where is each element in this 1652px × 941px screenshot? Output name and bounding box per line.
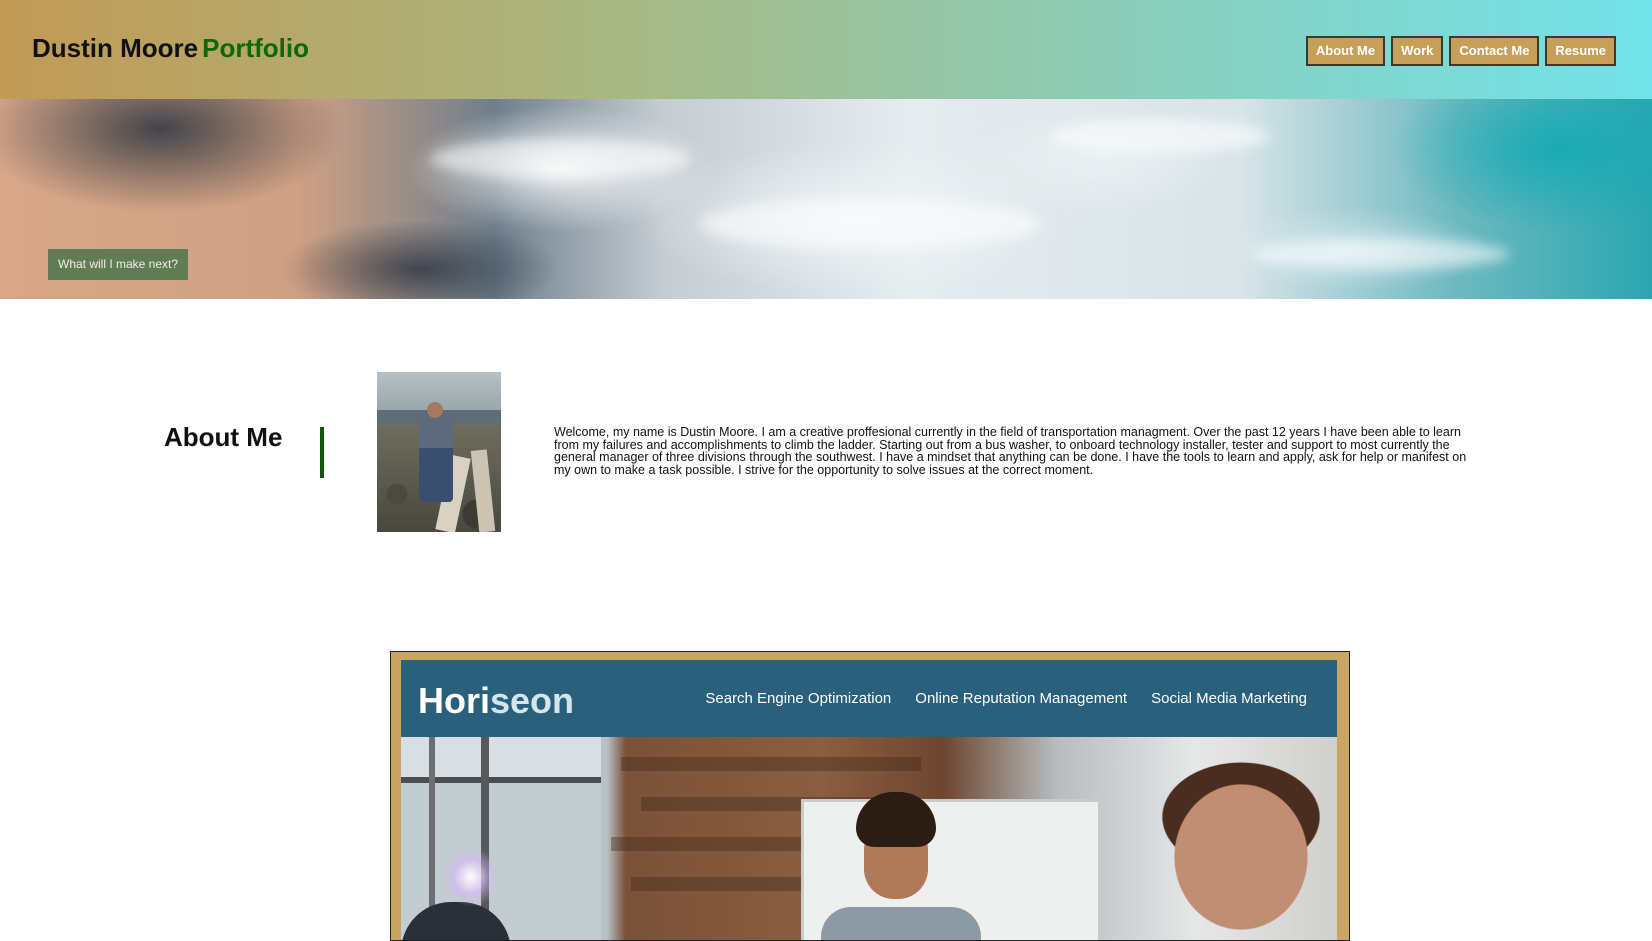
horiseon-logo: Horiseon xyxy=(418,680,574,722)
horiseon-header: Horiseon Search Engine Optimization Onli… xyxy=(401,660,1337,737)
horiseon-logo-prefix: Hori xyxy=(418,680,490,721)
project-screenshot: Horiseon Search Engine Optimization Onli… xyxy=(401,660,1337,940)
brand-suffix: Portfolio xyxy=(202,33,309,63)
site-header: Dustin Moore Portfolio About Me Work Cont… xyxy=(0,0,1652,99)
horiseon-hero-image xyxy=(401,737,1337,940)
wave-foam xyxy=(430,139,690,179)
horiseon-nav: Search Engine Optimization Online Reputa… xyxy=(705,690,1307,707)
hero-banner: What will I make next? xyxy=(0,99,1652,299)
main-nav: About Me Work Contact Me Resume xyxy=(1305,36,1616,66)
brand-name: Dustin Moore xyxy=(32,33,199,63)
wave-foam xyxy=(700,199,1040,249)
profile-photo xyxy=(377,372,501,532)
nav-about-me-button[interactable]: About Me xyxy=(1305,36,1386,66)
nav-resume-button[interactable]: Resume xyxy=(1545,36,1616,66)
horiseon-link-social: Social Media Marketing xyxy=(1151,690,1307,707)
photo-person-head xyxy=(427,402,443,418)
person-shirt xyxy=(821,907,981,940)
horiseon-link-reputation: Online Reputation Management xyxy=(915,690,1128,707)
photo-person xyxy=(419,412,453,502)
about-bio: Welcome, my name is Dustin Moore. I am a… xyxy=(554,425,1467,478)
lens-flare xyxy=(441,847,501,907)
project-card-horiseon[interactable]: Horiseon Search Engine Optimization Onli… xyxy=(390,651,1350,941)
about-divider xyxy=(320,427,324,478)
nav-work-button[interactable]: Work xyxy=(1391,36,1444,66)
nav-contact-me-button[interactable]: Contact Me xyxy=(1449,36,1540,66)
wave-foam xyxy=(1250,239,1510,269)
horiseon-link-seo: Search Engine Optimization xyxy=(705,690,892,707)
person-foreground xyxy=(1101,737,1337,940)
horiseon-logo-suffix: seon xyxy=(490,680,575,721)
wave-foam xyxy=(1050,119,1270,154)
wood-plank xyxy=(621,757,921,771)
brand-title[interactable]: Dustin Moore Portfolio xyxy=(32,33,309,64)
about-heading: About Me xyxy=(164,422,283,452)
what-next-button[interactable]: What will I make next? xyxy=(48,249,189,280)
